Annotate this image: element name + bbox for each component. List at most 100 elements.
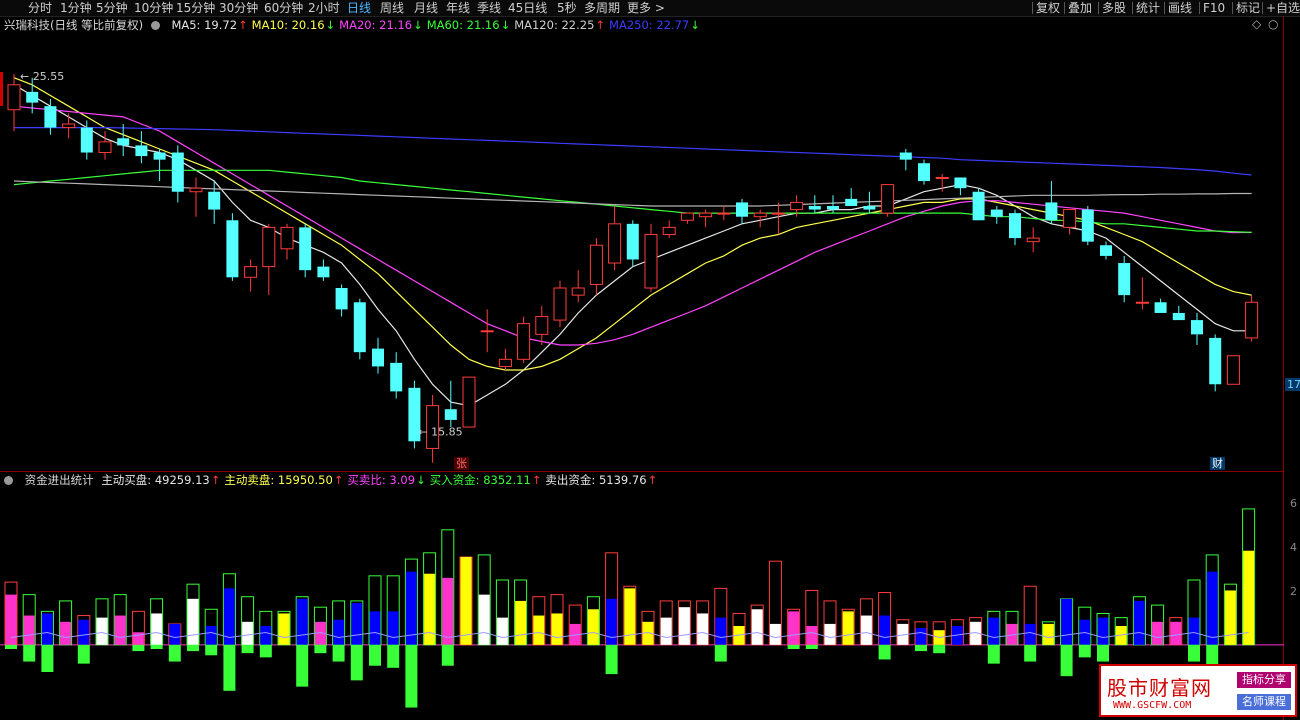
toolbar-right-2[interactable]: 多股 bbox=[1102, 0, 1126, 16]
flow-fill-bar bbox=[842, 611, 854, 645]
flow-fill-bar bbox=[187, 598, 199, 645]
period-tab-12[interactable]: 季线 bbox=[477, 0, 501, 16]
candle-down bbox=[317, 266, 330, 278]
toolbar-right-6[interactable]: 标记 bbox=[1236, 0, 1260, 16]
period-tab-16[interactable]: 更多 > bbox=[627, 0, 665, 16]
period-tab-9[interactable]: 周线 bbox=[380, 0, 404, 16]
candle-down bbox=[444, 409, 457, 420]
flow-fill-bar bbox=[769, 623, 781, 645]
candle-down bbox=[1081, 209, 1094, 242]
toolbar-separator bbox=[1164, 2, 1165, 14]
flow-fill-bar bbox=[806, 626, 818, 645]
candle-up bbox=[935, 176, 949, 179]
flow-negative-bar bbox=[223, 644, 236, 691]
watermark-logo: 股市财富网 WWW.GSCFW.COM 指标分享 名师课程 bbox=[1099, 664, 1297, 717]
candle-up bbox=[189, 187, 203, 193]
ma-legend-0: MA5: 19.72 bbox=[171, 18, 238, 32]
period-tab-8[interactable]: 日线 bbox=[347, 0, 371, 16]
settings-circle-icon[interactable]: ○ bbox=[1268, 17, 1278, 31]
candle-down bbox=[171, 152, 184, 192]
candle-up bbox=[98, 141, 112, 154]
flow-negative-bar bbox=[787, 644, 800, 649]
toolbar-right-0[interactable]: 复权 bbox=[1036, 0, 1060, 16]
period-tab-1[interactable]: 1分钟 bbox=[60, 0, 92, 16]
candle-down bbox=[1009, 213, 1021, 239]
flow-fill-bar bbox=[260, 626, 272, 645]
candle-up bbox=[1226, 355, 1240, 385]
candle-up bbox=[717, 212, 731, 215]
period-tab-5[interactable]: 30分钟 bbox=[219, 0, 258, 16]
flow-fill-bar bbox=[169, 623, 181, 645]
low-price-label: ← 15.85 bbox=[418, 426, 462, 439]
period-tab-3[interactable]: 10分钟 bbox=[134, 0, 173, 16]
flow-negative-bar bbox=[23, 644, 36, 662]
candle-down bbox=[845, 198, 858, 206]
candlestick-chart[interactable]: ← 25.55 ← 15.85 bbox=[0, 32, 1300, 472]
flow-fill-bar bbox=[1133, 600, 1145, 645]
ma-legend-arrow-1: ↓ bbox=[325, 18, 336, 32]
period-tab-2[interactable]: 5分钟 bbox=[96, 0, 128, 16]
candle-down bbox=[80, 127, 93, 153]
flow-negative-bar bbox=[987, 644, 1000, 664]
price-axis-tag: 17 bbox=[1285, 378, 1300, 391]
zhang-flag[interactable]: 张 bbox=[454, 457, 469, 470]
diamond-icon[interactable]: ◇ bbox=[1252, 17, 1261, 31]
flow-negative-bar bbox=[1060, 644, 1073, 677]
ma-legend-arrow-0: ↑ bbox=[238, 18, 248, 32]
period-tab-15[interactable]: 多周期 bbox=[584, 0, 620, 16]
candle-up bbox=[1245, 301, 1259, 339]
ma-legend-2: MA20: 21.16 bbox=[339, 18, 413, 32]
flow-fill-bar bbox=[1170, 621, 1182, 645]
flow-fill-bar bbox=[460, 557, 472, 645]
legend-collapse-icon[interactable] bbox=[150, 18, 164, 32]
flow-negative-bar bbox=[296, 644, 309, 687]
candle-down bbox=[153, 152, 166, 160]
toolbar-right-4[interactable]: 画线 bbox=[1168, 0, 1192, 16]
toolbar-right-5[interactable]: F10 bbox=[1203, 0, 1225, 16]
flow-fill-bar bbox=[1024, 623, 1036, 645]
period-tab-14[interactable]: 5秒 bbox=[557, 0, 577, 16]
flow-fill-bar bbox=[1042, 623, 1054, 645]
candle-down bbox=[808, 206, 821, 210]
candle-down bbox=[918, 163, 930, 182]
ma-legend-arrow-3: ↓ bbox=[500, 18, 511, 32]
flow-fill-bar bbox=[478, 594, 490, 645]
ma-legend-1: MA10: 20.16 bbox=[251, 18, 325, 32]
candle-down bbox=[1172, 312, 1185, 321]
candle-up bbox=[498, 358, 512, 367]
toolbar-right-3[interactable]: 统计 bbox=[1136, 0, 1160, 16]
candle-down bbox=[390, 362, 403, 392]
flow-fill-bar bbox=[533, 615, 545, 645]
period-toolbar: 分时 1分钟 5分钟 10分钟 15分钟 30分钟 60分钟 2小时 日线 周线 月线 年线 季线 45日… bbox=[0, 0, 1300, 17]
flow-negative-bar bbox=[405, 644, 418, 708]
flow-negative-bar bbox=[1078, 644, 1091, 658]
cai-flag[interactable]: 财 bbox=[1210, 457, 1225, 470]
toolbar-separator bbox=[1098, 2, 1099, 14]
period-tab-4[interactable]: 15分钟 bbox=[176, 0, 215, 16]
period-tab-7[interactable]: 2小时 bbox=[308, 0, 340, 16]
toolbar-right-7[interactable]: +自选 bbox=[1266, 0, 1300, 16]
fund-legend-1: 主动卖盘: 15950.50 bbox=[224, 473, 333, 487]
period-tab-10[interactable]: 月线 bbox=[414, 0, 438, 16]
flow-fill-bar bbox=[860, 615, 872, 645]
period-tab-13[interactable]: 45日线 bbox=[508, 0, 547, 16]
flow-negative-bar bbox=[933, 644, 946, 654]
period-tab-0[interactable]: 分时 bbox=[28, 0, 52, 16]
flow-negative-bar bbox=[132, 644, 145, 652]
indicator-collapse-icon[interactable] bbox=[4, 473, 17, 487]
period-tab-6[interactable]: 60分钟 bbox=[264, 0, 303, 16]
candle-down bbox=[1118, 263, 1131, 296]
flow-negative-bar bbox=[369, 644, 381, 666]
candle-down bbox=[626, 223, 639, 260]
fund-legend-arrow-0: ↑ bbox=[210, 473, 221, 487]
ma-legend-5: MA250: 22.77 bbox=[609, 18, 690, 32]
candle-up bbox=[1063, 209, 1077, 228]
candle-up bbox=[753, 212, 767, 218]
flow-negative-bar bbox=[5, 644, 17, 649]
period-tab-11[interactable]: 年线 bbox=[446, 0, 470, 16]
ma-legend-arrow-2: ↓ bbox=[413, 18, 423, 32]
flow-fill-bar bbox=[405, 571, 417, 645]
flow-fill-bar bbox=[205, 626, 217, 645]
toolbar-right-1[interactable]: 叠加 bbox=[1068, 0, 1092, 16]
watermark-tag-course: 名师课程 bbox=[1237, 694, 1291, 710]
